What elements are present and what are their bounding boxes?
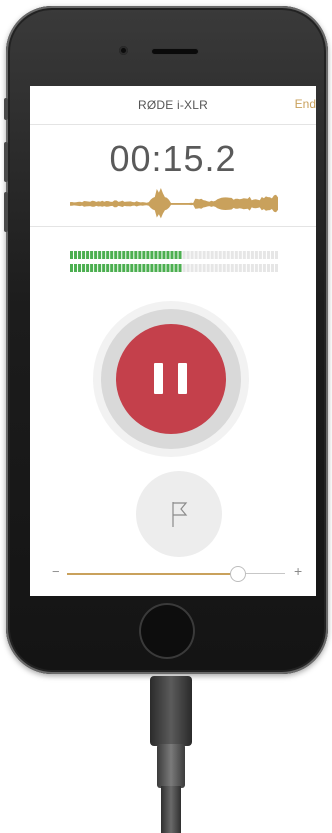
home-button[interactable] [139,603,195,659]
xlr-cable [161,786,181,833]
gain-slider-thumb[interactable] [230,566,246,582]
volume-down-button [4,192,8,232]
gain-increase-icon[interactable]: + [294,563,302,579]
gain-decrease-icon[interactable]: − [52,564,60,579]
phone-frame: RØDE i-XLR End 00:15.2 − + [4,6,328,674]
gain-slider-track-filled [67,573,237,575]
mute-switch [4,98,8,120]
volume-up-button [4,142,8,182]
gain-slider[interactable]: − + [30,563,316,584]
pause-button[interactable] [116,324,226,434]
marker-button[interactable] [136,471,222,557]
flag-icon [172,502,188,527]
controls-area: − + [30,86,316,596]
app-screen: RØDE i-XLR End 00:15.2 − + [30,86,316,596]
xlr-adapter-plug [150,676,192,746]
xlr-adapter-neck [157,744,185,788]
front-camera [119,46,128,55]
earpiece-speaker [152,49,198,54]
